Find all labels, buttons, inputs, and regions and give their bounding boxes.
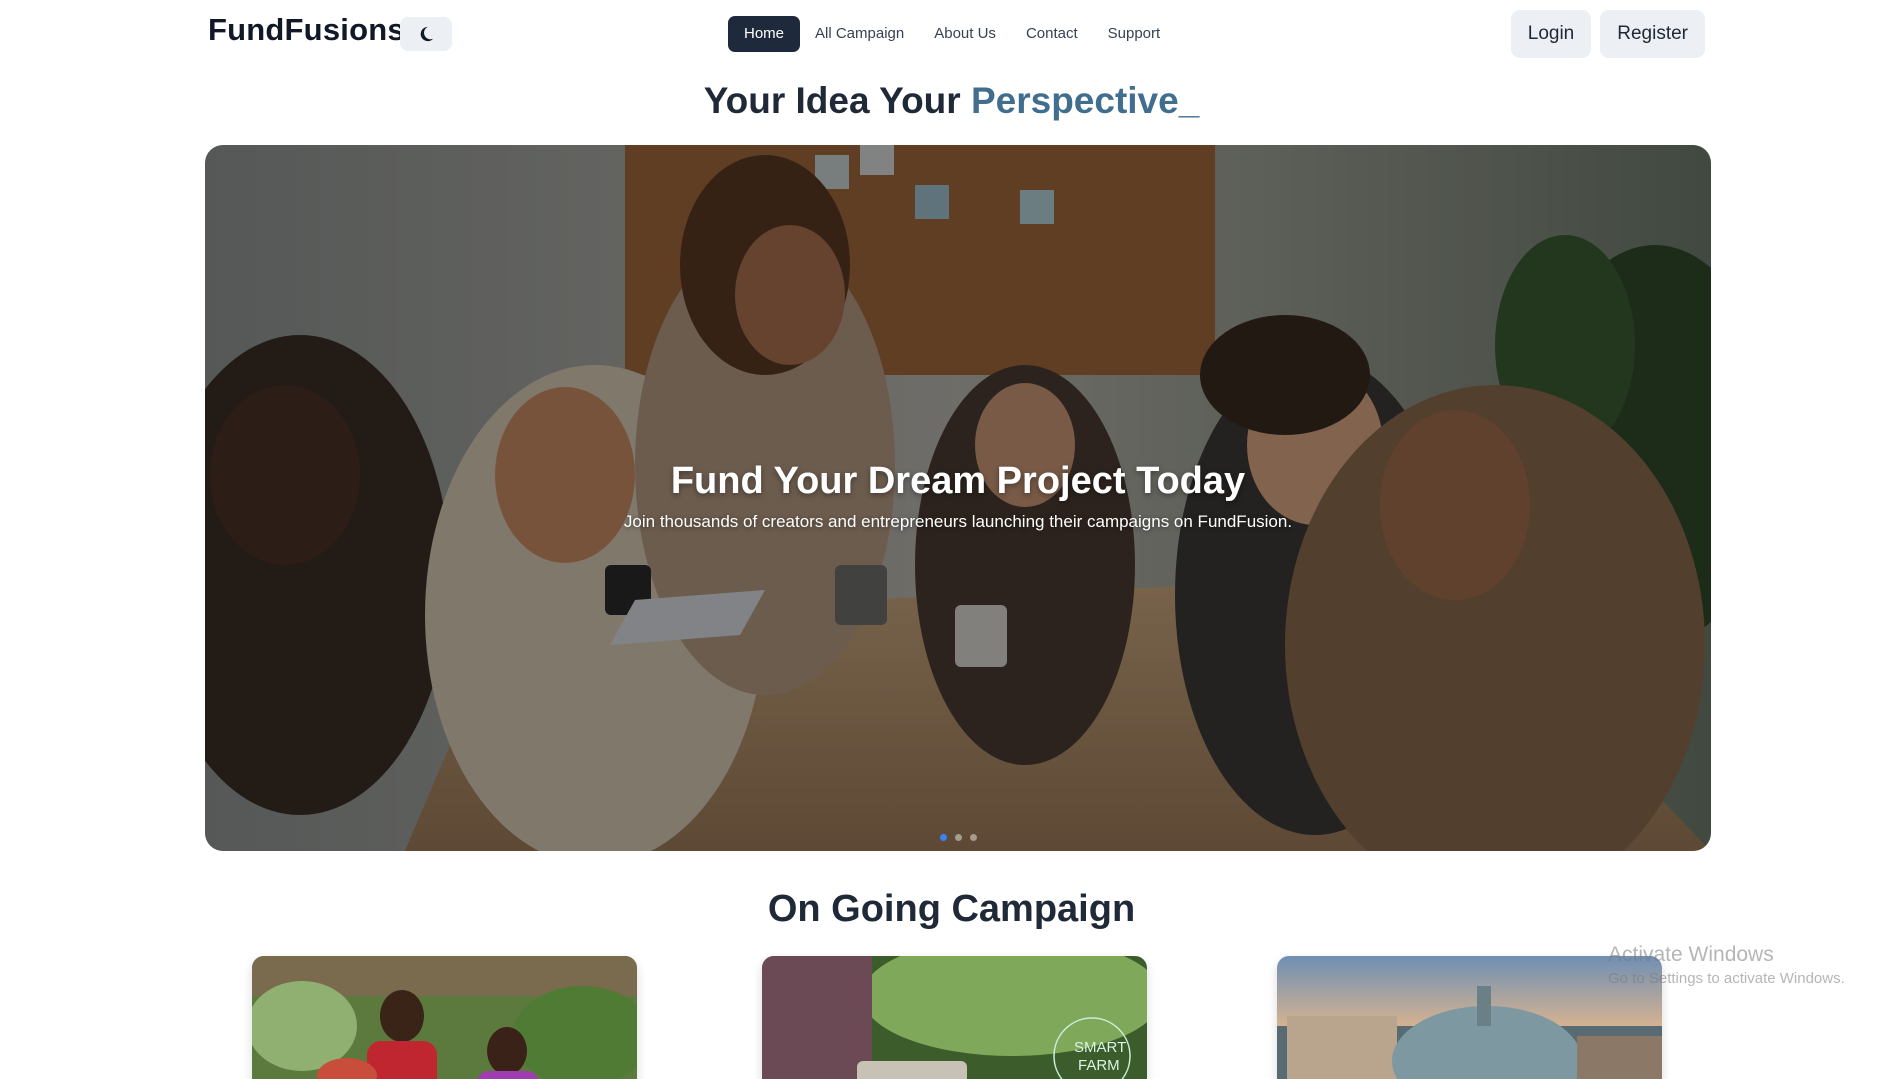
theme-toggle-button[interactable] [400,17,452,51]
city-dome-photo [1277,956,1662,1079]
smart-farm-photo: SMART FARM [762,956,1147,1079]
hero-carousel[interactable]: Fund Your Dream Project Today Join thous… [205,145,1711,851]
carousel-dot-2[interactable] [954,834,962,841]
typing-cursor: _ [1178,80,1200,121]
activate-windows-watermark: Activate Windows Go to Settings to activ… [1608,943,1845,987]
nav-about-us[interactable]: About Us [919,16,1011,52]
nav-home[interactable]: Home [728,16,801,52]
auth-buttons: Login Register [1510,10,1705,58]
carousel-indicators [205,834,1711,841]
campaign-card-2[interactable]: SMART FARM [762,956,1147,1079]
smart-text: SMART [1074,1039,1126,1056]
hero-title: Fund Your Dream Project Today [670,460,1246,502]
nav-contact[interactable]: Contact [1011,16,1093,52]
tagline-highlight: Perspective [970,80,1179,121]
tagline-prefix: Your Idea Your [703,80,961,121]
campaign-card-1[interactable] [252,956,637,1079]
carousel-dot-1[interactable] [939,834,947,841]
login-button[interactable]: Login [1510,10,1592,58]
carousel-dot-3[interactable] [969,834,977,841]
farm-text: FARM [1078,1057,1120,1074]
brand-logo[interactable]: FundFusions [208,12,405,48]
navbar: FundFusions Home All Campaign About Us C… [0,0,1903,68]
hero-subtitle: Join thousands of creators and entrepren… [623,512,1293,531]
watermark-subtitle: Go to Settings to activate Windows. [1608,970,1845,987]
community-garden-photo [252,956,637,1079]
nav-support[interactable]: Support [1093,16,1176,52]
main-nav: Home All Campaign About Us Contact Suppo… [728,16,1175,52]
page: FundFusions Home All Campaign About Us C… [0,0,1903,1079]
register-button[interactable]: Register [1600,10,1705,58]
tagline-heading: Your Idea Your Perspective_ [0,80,1903,122]
ongoing-campaign-heading: On Going Campaign [767,888,1136,930]
moon-icon [420,26,434,42]
campaign-card-3[interactable] [1277,956,1662,1079]
nav-all-campaign[interactable]: All Campaign [800,16,919,52]
watermark-title: Activate Windows [1608,943,1774,966]
